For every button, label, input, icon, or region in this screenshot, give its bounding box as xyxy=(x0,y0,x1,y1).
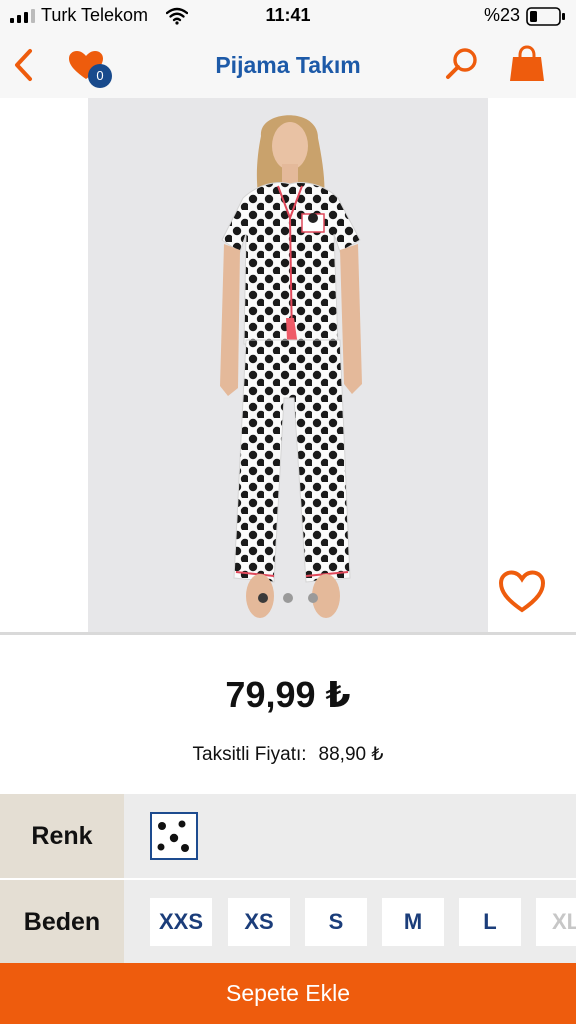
heart-outline-icon xyxy=(498,570,546,613)
chevron-left-icon xyxy=(15,49,32,81)
favorites-button[interactable]: 0 xyxy=(68,50,116,88)
product-image xyxy=(88,98,488,634)
cart-button[interactable] xyxy=(508,45,546,83)
installment-price: 88,90 ₺ xyxy=(318,744,384,765)
installment-price-line: Taksitli Fiyatı: 88,90 ₺ xyxy=(0,743,576,766)
size-option-row: Beden XXS XS S M L XL xyxy=(0,880,576,964)
size-button-s[interactable]: S xyxy=(305,898,367,946)
product-gallery[interactable] xyxy=(0,98,576,634)
pager-dot-active[interactable] xyxy=(258,593,268,603)
size-label: Beden xyxy=(0,880,124,964)
pager-dot[interactable] xyxy=(308,593,318,603)
status-bar: Turk Telekom 11:41 %23 xyxy=(0,0,576,32)
image-pager[interactable] xyxy=(256,593,320,605)
installment-label: Taksitli Fiyatı: xyxy=(192,744,307,765)
search-button[interactable] xyxy=(444,46,480,82)
battery-icon xyxy=(526,7,565,26)
favorites-count-badge: 0 xyxy=(88,64,112,88)
nav-bar: 0 Pijama Takım xyxy=(0,32,576,98)
pager-dot[interactable] xyxy=(283,593,293,603)
product-price: 79,99 ₺ xyxy=(225,674,351,715)
add-to-favorites-button[interactable] xyxy=(498,570,546,614)
search-icon xyxy=(446,48,477,79)
size-button-xxs[interactable]: XXS xyxy=(150,898,212,946)
divider xyxy=(0,632,576,635)
color-swatch-polka-dot[interactable] xyxy=(150,812,198,860)
size-button-xl[interactable]: XL xyxy=(536,898,576,946)
size-button-xs[interactable]: XS xyxy=(228,898,290,946)
color-option-row: Renk xyxy=(0,794,576,878)
back-button[interactable] xyxy=(8,46,40,84)
polka-dot-swatch-icon xyxy=(152,814,196,858)
battery-percent: %23 xyxy=(484,5,521,25)
product-photo xyxy=(88,98,488,634)
size-button-l[interactable]: L xyxy=(459,898,521,946)
shopping-bag-icon xyxy=(510,45,544,81)
color-label: Renk xyxy=(0,794,124,878)
size-button-m[interactable]: M xyxy=(382,898,444,946)
add-to-cart-button[interactable]: Sepete Ekle xyxy=(0,963,576,1024)
